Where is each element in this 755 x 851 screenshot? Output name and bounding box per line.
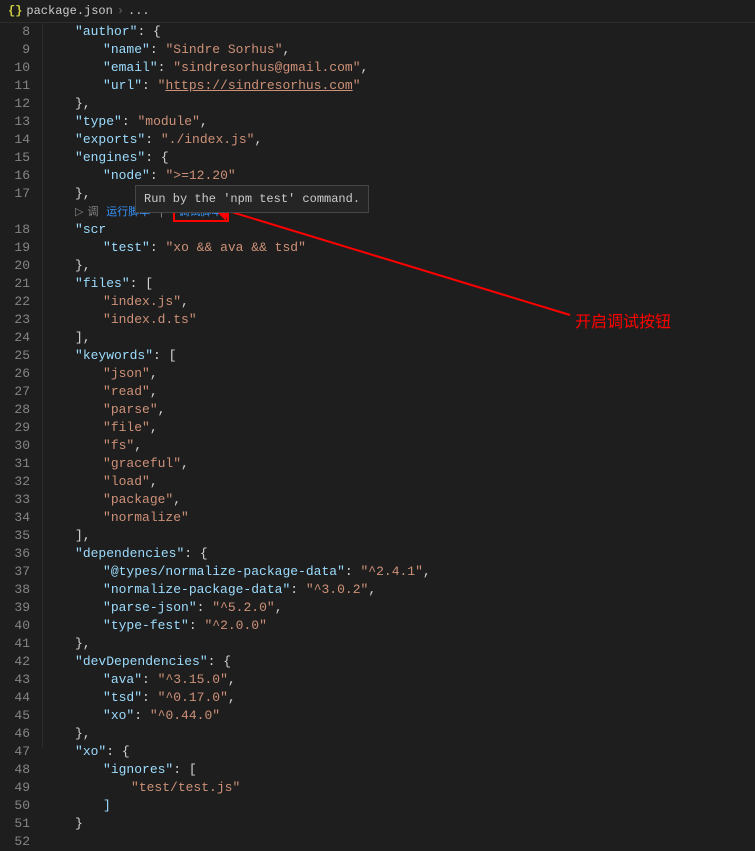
codelens-prefix: 调 bbox=[87, 207, 98, 219]
breadcrumb[interactable]: {} package.json › ... bbox=[0, 0, 755, 23]
line-number-gutter: 8 9 10 11 12 13 14 15 16 17 18 19 20 21 … bbox=[0, 23, 42, 747]
breadcrumb-filename: package.json bbox=[26, 4, 112, 18]
code-content[interactable]: "author": { "name": "Sindre Sorhus", "em… bbox=[42, 23, 755, 747]
breadcrumb-separator: › bbox=[117, 4, 124, 18]
play-icon: ▷ bbox=[75, 207, 83, 219]
url-link[interactable]: https://sindresorhus.com bbox=[165, 78, 352, 93]
annotation-label: 开启调试按钮 bbox=[575, 308, 671, 332]
breadcrumb-ellipsis: ... bbox=[128, 4, 150, 18]
hover-tooltip: Run by the 'npm test' command. bbox=[135, 185, 369, 213]
code-editor[interactable]: 8 9 10 11 12 13 14 15 16 17 18 19 20 21 … bbox=[0, 23, 755, 747]
json-file-icon: {} bbox=[8, 4, 22, 18]
